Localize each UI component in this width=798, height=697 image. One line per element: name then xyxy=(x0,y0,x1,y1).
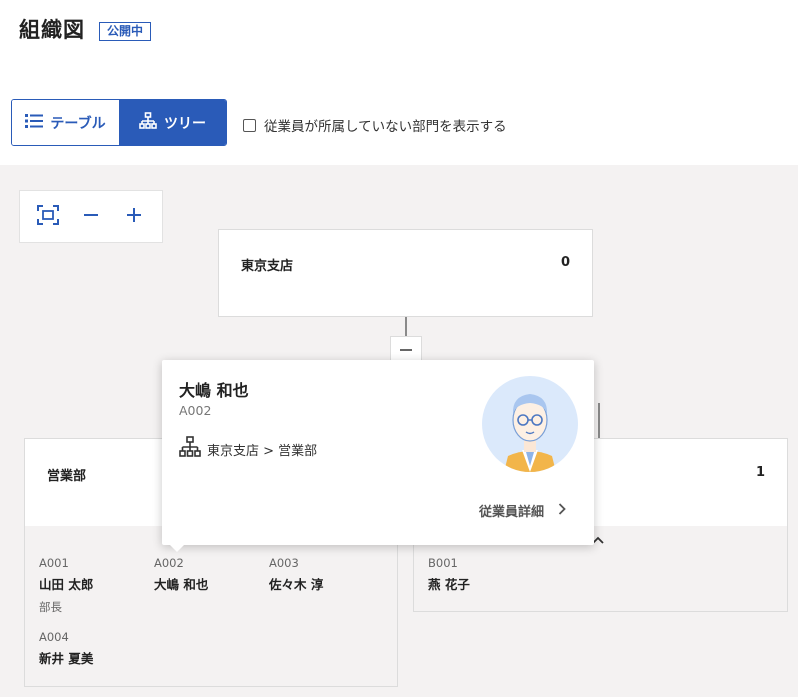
member-card[interactable]: A001 山田 太郎 部長 xyxy=(39,556,93,615)
org-node-member-count: 0 xyxy=(560,255,570,270)
employee-popup: 大嶋 和也 A002 東京支店 > 営業部 従業員詳細 xyxy=(162,360,594,545)
org-node-name: 営業部 xyxy=(47,469,87,484)
org-node-name: 東京支店 xyxy=(241,259,294,274)
show-empty-departments-checkbox[interactable] xyxy=(243,118,256,132)
member-id: A002 xyxy=(154,556,184,570)
zoom-out-button[interactable] xyxy=(76,202,106,232)
org-node-member-count: 1 xyxy=(755,465,765,480)
zoom-in-button[interactable] xyxy=(119,202,149,232)
org-tree-icon xyxy=(179,436,201,462)
member-id: A001 xyxy=(39,556,69,570)
member-card[interactable]: A002 大嶋 和也 xyxy=(154,556,208,593)
popup-employee-id: A002 xyxy=(179,403,212,418)
tree-view-label: ツリー xyxy=(164,115,206,132)
page-header: 組織図 公開中 テーブル ツリー 従業員が所属していない部門を表示する xyxy=(0,0,798,165)
member-list: A001 山田 太郎 部長 A002 大嶋 和也 A003 佐々木 淳 A004… xyxy=(25,526,397,686)
member-name: 新井 夏美 xyxy=(39,651,94,666)
member-name: 佐々木 淳 xyxy=(269,577,324,592)
member-card[interactable]: B001 燕 花子 xyxy=(428,556,470,593)
member-role: 部長 xyxy=(39,600,62,614)
zoom-controls xyxy=(19,190,163,243)
minus-icon xyxy=(399,342,413,361)
view-toggle: テーブル ツリー xyxy=(11,99,227,146)
zoom-in-icon xyxy=(126,207,142,227)
employee-detail-label: 従業員詳細 xyxy=(478,505,544,520)
popup-employee-name: 大嶋 和也 xyxy=(179,381,249,400)
tree-view-button[interactable]: ツリー xyxy=(119,100,226,145)
member-id: B001 xyxy=(428,556,458,570)
member-name: 燕 花子 xyxy=(428,577,470,592)
tree-connector xyxy=(405,317,407,337)
member-id: A003 xyxy=(269,556,299,570)
show-empty-departments-option[interactable]: 従業員が所属していない部門を表示する xyxy=(243,115,507,135)
chevron-right-icon xyxy=(558,502,566,519)
table-view-button[interactable]: テーブル xyxy=(12,100,119,145)
member-name: 大嶋 和也 xyxy=(154,577,209,592)
show-empty-departments-label: 従業員が所属していない部門を表示する xyxy=(264,119,507,135)
table-view-label: テーブル xyxy=(50,115,106,132)
zoom-out-icon xyxy=(83,207,99,227)
member-card[interactable]: A003 佐々木 淳 xyxy=(269,556,323,593)
popup-path-text: 東京支店 > 営業部 xyxy=(207,443,318,459)
member-id: A004 xyxy=(39,630,69,644)
list-icon xyxy=(25,113,44,133)
avatar xyxy=(482,376,578,472)
fit-screen-icon xyxy=(36,204,59,229)
page-title: 組織図 xyxy=(19,18,85,42)
org-chart-canvas[interactable]: 東京支店 0 営業部 A001 山田 太郎 部長 A002 大嶋 和也 A003… xyxy=(0,165,798,697)
employee-detail-link[interactable]: 従業員詳細 xyxy=(479,501,566,520)
member-card[interactable]: A004 新井 夏美 xyxy=(39,630,93,667)
popup-department-path: 東京支店 > 営業部 xyxy=(179,436,317,462)
tree-connector xyxy=(598,403,600,439)
status-badge: 公開中 xyxy=(99,22,152,41)
fit-screen-button[interactable] xyxy=(33,202,63,232)
org-tree-icon xyxy=(139,111,157,134)
member-name: 山田 太郎 xyxy=(39,577,94,592)
org-node-root[interactable]: 東京支店 0 xyxy=(218,229,593,317)
popup-pointer xyxy=(168,543,186,552)
